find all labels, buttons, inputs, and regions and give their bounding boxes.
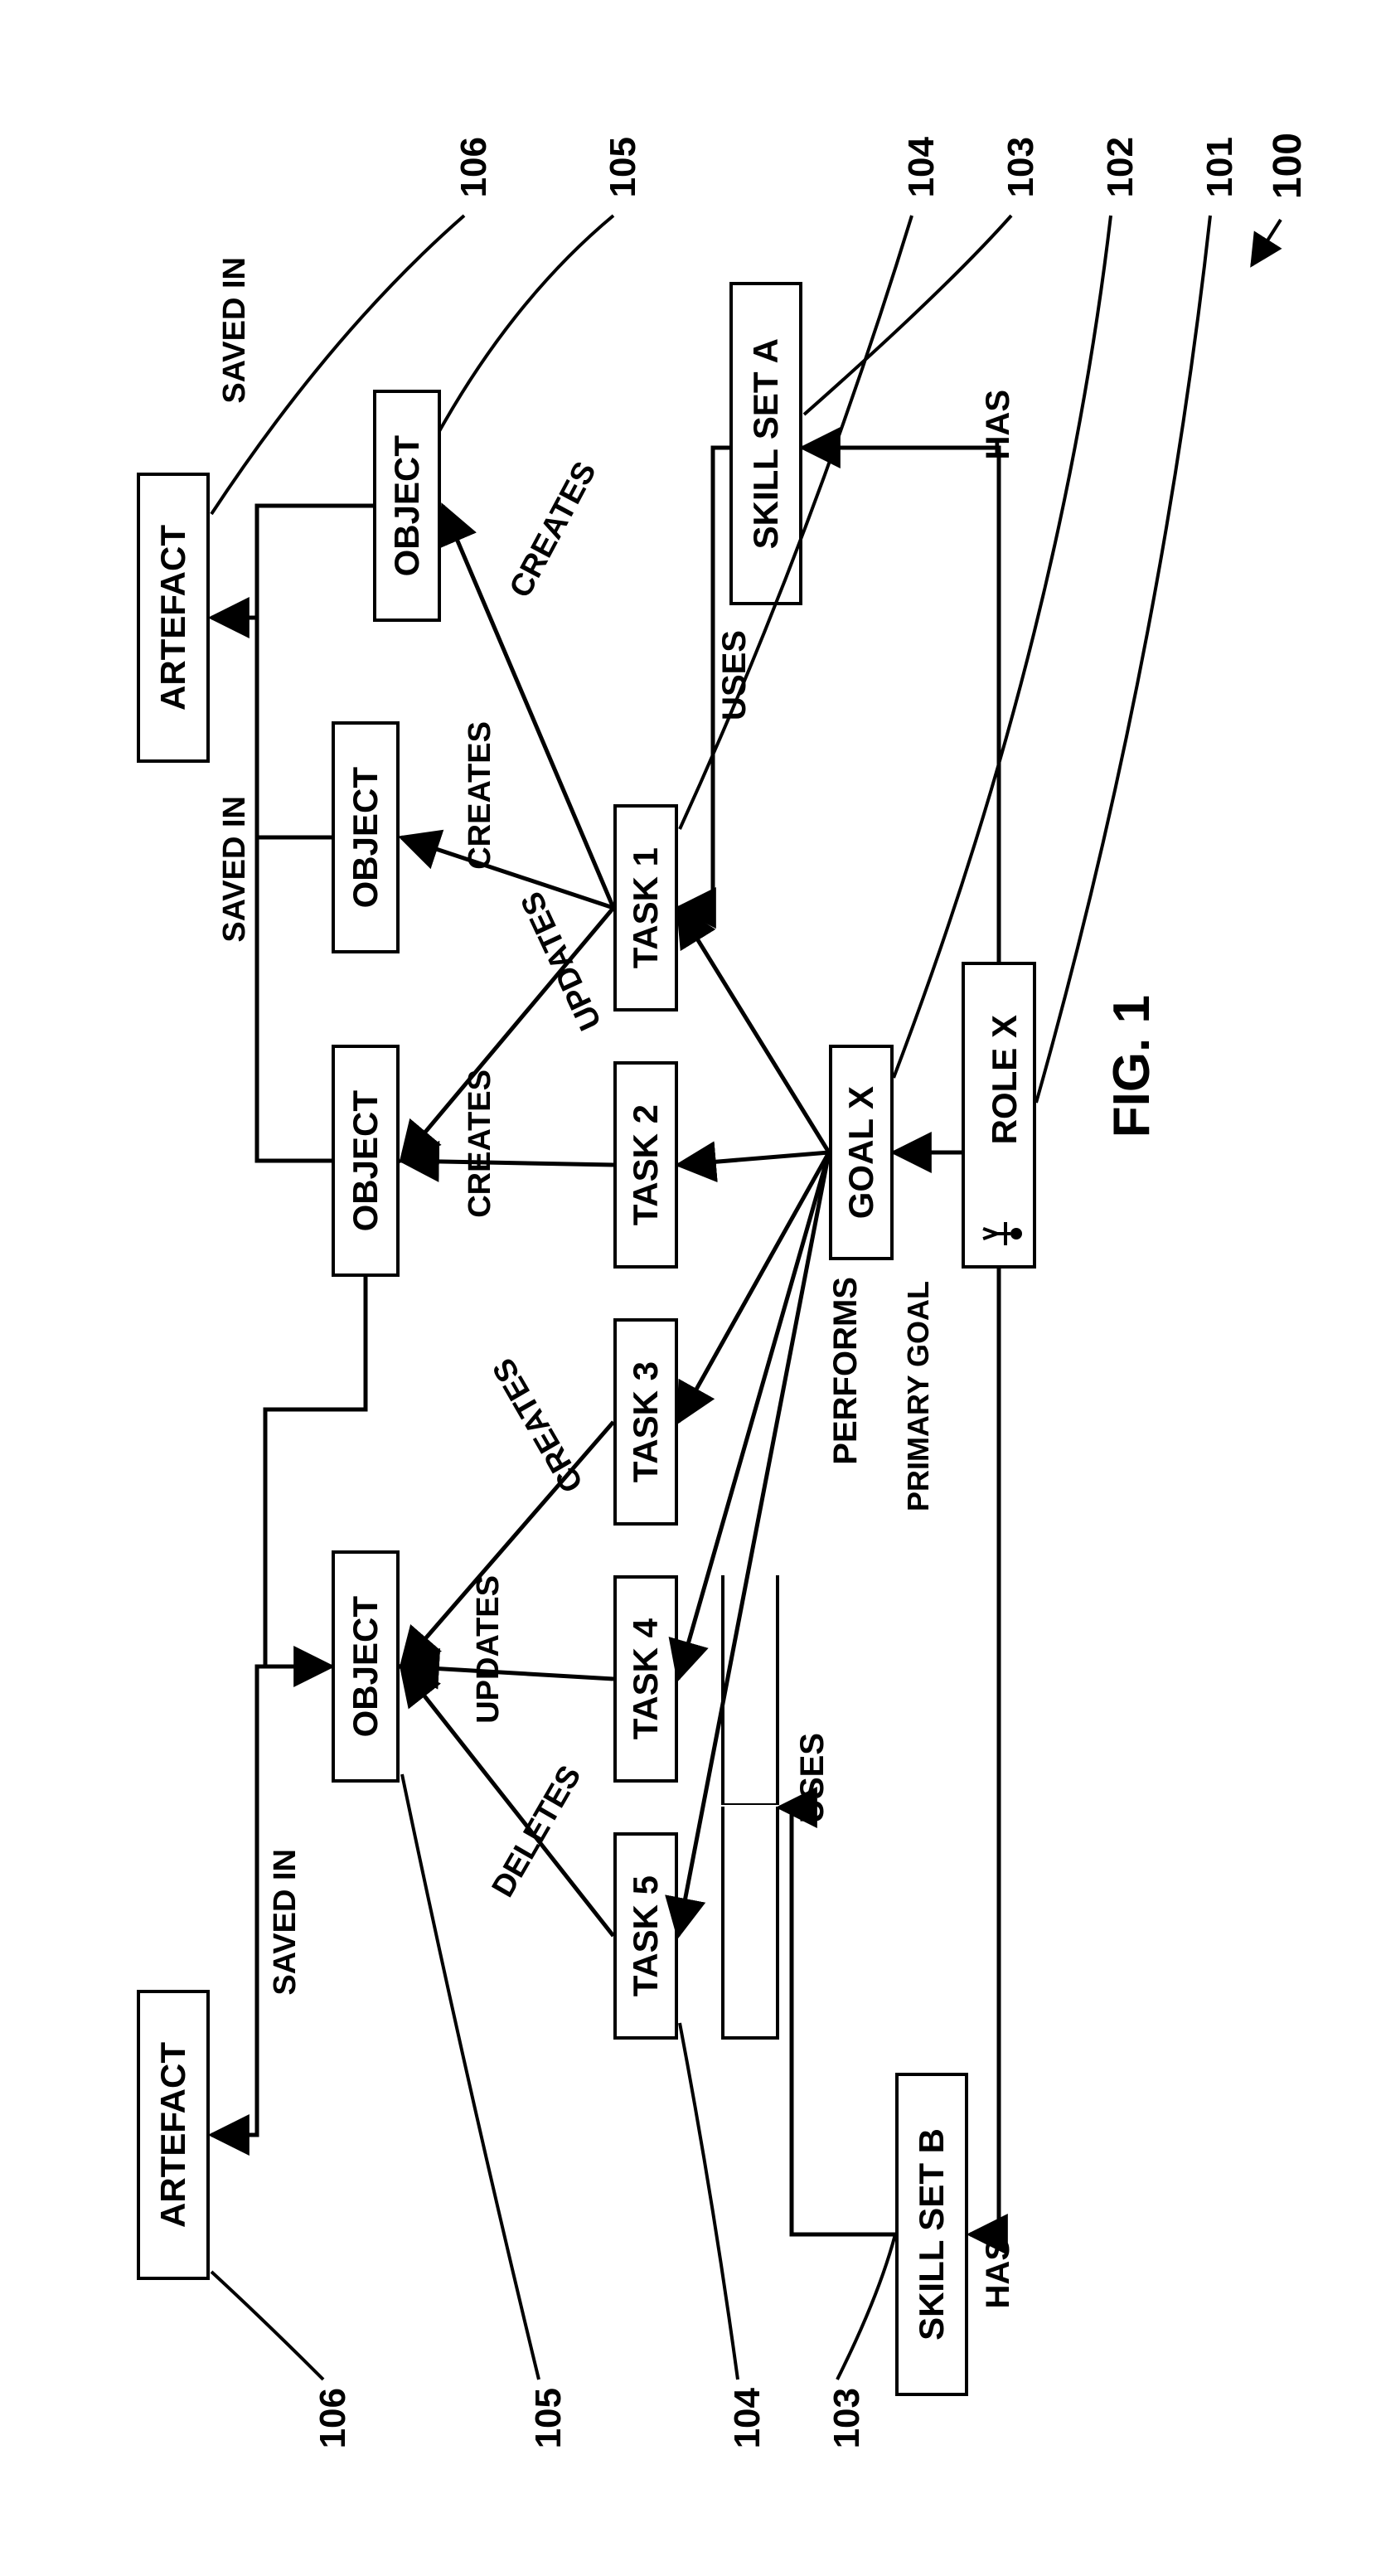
node-task-3: TASK 3: [613, 1318, 678, 1526]
edge-creates-3d: CREATES: [487, 1353, 589, 1497]
node-artefact-r-label: ARTEFACT: [153, 2042, 193, 2228]
node-role: ROLE X: [962, 962, 1036, 1269]
node-task-4: TASK 4: [613, 1575, 678, 1783]
node-skill-b-label: SKILL SET B: [912, 2128, 952, 2341]
edge-primary-goal: PRIMARY GOAL: [904, 1281, 933, 1511]
diagram-stage: FIG. 1 100 ROLE X GOAL X SKILL SET A SKI…: [0, 0, 1381, 2576]
edge-deletes-5d: DELETES: [487, 1761, 587, 1903]
ref-106b: 106: [315, 2388, 351, 2448]
ref-103: 103: [1003, 137, 1039, 197]
node-object-d: OBJECT: [332, 1550, 400, 1783]
node-skill-a: SKILL SET A: [729, 282, 802, 605]
node-task-2-label: TASK 2: [626, 1104, 666, 1225]
edge-updates-4d: UPDATES: [472, 1575, 504, 1724]
node-object-a: OBJECT: [373, 390, 441, 622]
node-artefact-r: ARTEFACT: [137, 1990, 210, 2280]
node-task-3-label: TASK 3: [626, 1361, 666, 1482]
edge-uses-b: USES: [796, 1733, 829, 1823]
edge-creates-2c: CREATES: [464, 1070, 496, 1218]
edge-saved-in-d: SAVED IN: [269, 1849, 301, 1996]
ref-105: 105: [605, 137, 642, 197]
ref-103b: 103: [829, 2388, 865, 2448]
edge-uses-a: USES: [718, 630, 751, 720]
edge-creates-1a: CREATES: [505, 457, 602, 603]
node-artefact-l: ARTEFACT: [137, 473, 210, 763]
ref-106: 106: [456, 137, 492, 197]
node-skill-b: SKILL SET B: [895, 2073, 968, 2396]
node-object-c: OBJECT: [332, 1045, 400, 1277]
edge-performs: PERFORMS: [829, 1277, 862, 1465]
node-skill-a-label: SKILL SET A: [746, 338, 786, 549]
group-task-4-5: [721, 1575, 779, 2040]
node-goal-label: GOAL X: [841, 1086, 881, 1219]
edge-has-a: HAS: [981, 390, 1015, 459]
node-task-1: TASK 1: [613, 804, 678, 1011]
group-divider: [721, 1803, 779, 1807]
ref-101: 101: [1202, 137, 1238, 197]
figure-title: FIG. 1: [1107, 995, 1158, 1138]
edge-saved-in-bc: SAVED IN: [219, 796, 250, 943]
node-task-2: TASK 2: [613, 1061, 678, 1269]
node-task-5: TASK 5: [613, 1832, 678, 2040]
node-object-d-label: OBJECT: [346, 1596, 385, 1737]
node-task-5-label: TASK 5: [626, 1875, 666, 1996]
node-role-label: ROLE X: [985, 1015, 1025, 1144]
node-object-a-label: OBJECT: [387, 435, 427, 576]
node-task-4-label: TASK 4: [626, 1618, 666, 1739]
ref-104b: 104: [729, 2388, 766, 2448]
figure-ref-100: 100: [1268, 133, 1308, 199]
ref-102: 102: [1102, 137, 1139, 197]
person-icon: [982, 1222, 1022, 1245]
edge-creates-1b: CREATES: [464, 721, 496, 870]
ref-105b: 105: [531, 2388, 567, 2448]
node-task-1-label: TASK 1: [626, 847, 666, 968]
node-goal: GOAL X: [829, 1045, 894, 1260]
ref-104: 104: [904, 137, 940, 197]
edge-saved-in-a: SAVED IN: [219, 257, 250, 404]
node-artefact-l-label: ARTEFACT: [153, 525, 193, 711]
node-object-b: OBJECT: [332, 721, 400, 953]
node-object-c-label: OBJECT: [346, 1090, 385, 1231]
edge-has-b: HAS: [981, 2239, 1015, 2308]
edge-updates-1c: UPDATES: [516, 887, 607, 1035]
node-object-b-label: OBJECT: [346, 767, 385, 908]
